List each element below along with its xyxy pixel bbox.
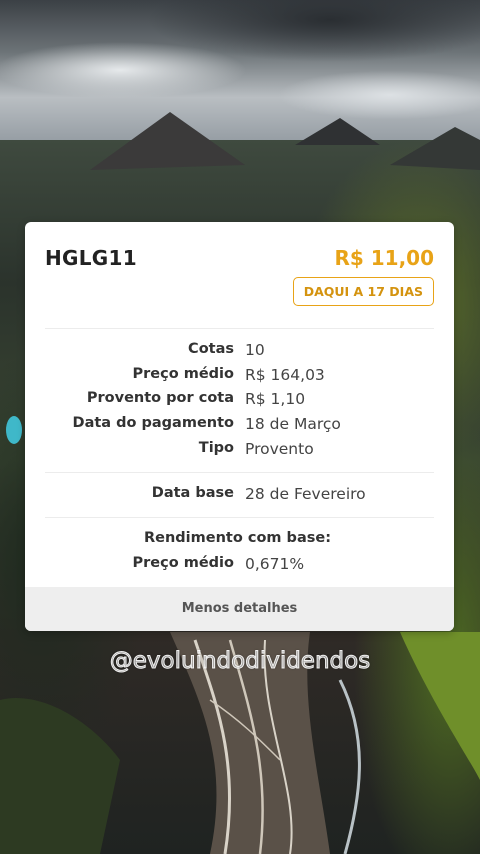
detail-value: R$ 164,03 [245,366,325,384]
divider [45,517,434,518]
detail-label: Data base [151,485,234,501]
detail-row-data-base: Data base 28 de Fevereiro [25,485,454,509]
detail-label: Cotas [188,341,234,357]
detail-label: Data do pagamento [72,415,234,431]
detail-label: Preço médio [132,555,234,571]
detail-value: Provento [245,440,314,458]
detail-row-tipo: Tipo Provento [25,440,454,464]
divider [45,328,434,329]
detail-row-provento-por-cota: Provento por cota R$ 1,10 [25,390,454,414]
detail-row-preco-medio: Preço médio R$ 164,03 [25,366,454,390]
detail-label: Provento por cota [86,390,234,406]
days-until-badge: DAQUI A 17 DIAS [292,277,434,306]
detail-value: 10 [245,341,265,359]
detail-value: 18 de Março [245,415,341,433]
dividend-amount: R$ 11,00 [334,246,434,270]
detail-value: 28 de Fevereiro [245,485,366,503]
detail-value: 0,671% [245,555,305,573]
dividend-card: HGLG11 R$ 11,00 DAQUI A 17 DIAS Cotas 10… [25,222,454,631]
detail-row-rendimento: Preço médio 0,671% [25,555,454,579]
divider [45,472,434,473]
detail-row-cotas: Cotas 10 [25,341,454,365]
yield-heading-row: Rendimento com base: [25,530,454,554]
watermark: @evoluindodividendos [109,648,371,675]
less-details-button[interactable]: Menos detalhes [25,587,454,631]
detail-value: R$ 1,10 [245,390,306,408]
detail-label: Tipo [198,440,234,456]
detail-label: Preço médio [132,366,234,382]
ticker-symbol: HGLG11 [45,246,137,270]
yield-heading: Rendimento com base: [143,530,331,546]
detail-row-data-pagamento: Data do pagamento 18 de Março [25,415,454,439]
